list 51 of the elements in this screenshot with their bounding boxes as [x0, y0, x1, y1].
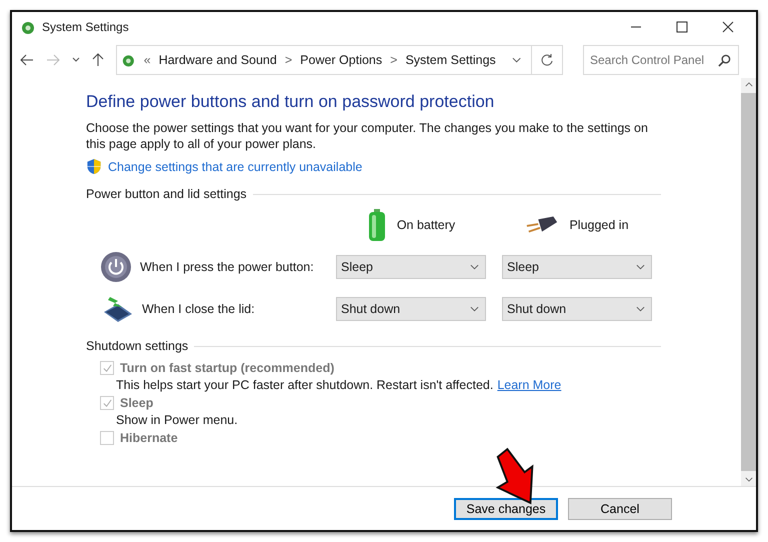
search-field[interactable]: Search Control Panel: [583, 45, 739, 75]
breadcrumb[interactable]: Power Options: [300, 53, 382, 67]
section-title: Power button and lid settings: [86, 187, 247, 201]
column-header: On battery: [396, 218, 456, 232]
dialog-button[interactable]: Save changes: [454, 498, 558, 520]
chevron-down-icon[interactable]: [72, 57, 80, 63]
option-label: Sleep: [120, 396, 154, 410]
option-description: Show in Power menu.: [116, 413, 238, 427]
option-description: This helps start your PC faster after shutdown. Restart isn't affected.: [116, 378, 494, 392]
overflow-chevron[interactable]: «: [144, 53, 151, 67]
chevron-down-icon[interactable]: [512, 57, 521, 63]
scroll-up-icon[interactable]: [744, 82, 752, 87]
refresh-icon: [540, 53, 554, 67]
dropdown[interactable]: Sleep: [502, 255, 652, 279]
check-icon: [102, 398, 112, 408]
check-icon: [102, 362, 112, 374]
search-icon: [718, 54, 731, 67]
battery-icon: [366, 208, 387, 242]
close-icon[interactable]: [722, 21, 734, 33]
breadcrumb-separator: >: [284, 53, 292, 67]
up-icon[interactable]: [92, 53, 104, 67]
dropdown[interactable]: Sleep: [336, 255, 486, 279]
section-title: Shutdown settings: [86, 339, 188, 353]
option-label: Turn on fast startup (recommended): [120, 361, 334, 375]
chevron-down-icon: [636, 264, 645, 270]
page-heading: Define power buttons and turn on password protection: [86, 92, 496, 112]
scrollbar[interactable]: [741, 78, 756, 486]
chevron-down-icon: [636, 306, 645, 312]
change-settings-link[interactable]: Change settings that are currently unavailable: [108, 160, 362, 174]
back-icon[interactable]: [20, 54, 34, 66]
setting-label: When I press the power button:: [140, 260, 314, 274]
breadcrumb[interactable]: System Settings: [405, 53, 496, 67]
power-icon: [100, 251, 132, 283]
chevron-down-icon: [470, 264, 479, 270]
dropdown[interactable]: Shut down: [502, 297, 652, 321]
breadcrumb-separator: >: [390, 53, 398, 67]
shield-icon: [86, 158, 102, 175]
address-bar[interactable]: « Hardware and Sound > Power Options > System Settings: [116, 45, 532, 75]
chevron-down-icon: [470, 306, 479, 312]
breadcrumb[interactable]: Hardware and Sound: [158, 53, 277, 67]
intro-text: Choose the power settings that you want for your computer. The changes you make to the settings on this page apply to all of your power plans.: [86, 120, 649, 152]
setting-label: When I close the lid:: [142, 302, 255, 316]
plug-icon: [525, 215, 560, 235]
scroll-down-icon[interactable]: [744, 477, 752, 482]
window-title: System Settings: [42, 20, 129, 34]
refresh-button[interactable]: [531, 45, 563, 75]
maximize-icon[interactable]: [676, 21, 688, 33]
dropdown[interactable]: Shut down: [336, 297, 486, 321]
dialog-button[interactable]: Cancel: [568, 498, 672, 520]
option-label: Hibernate: [120, 431, 178, 445]
column-header: Plugged in: [569, 218, 629, 232]
